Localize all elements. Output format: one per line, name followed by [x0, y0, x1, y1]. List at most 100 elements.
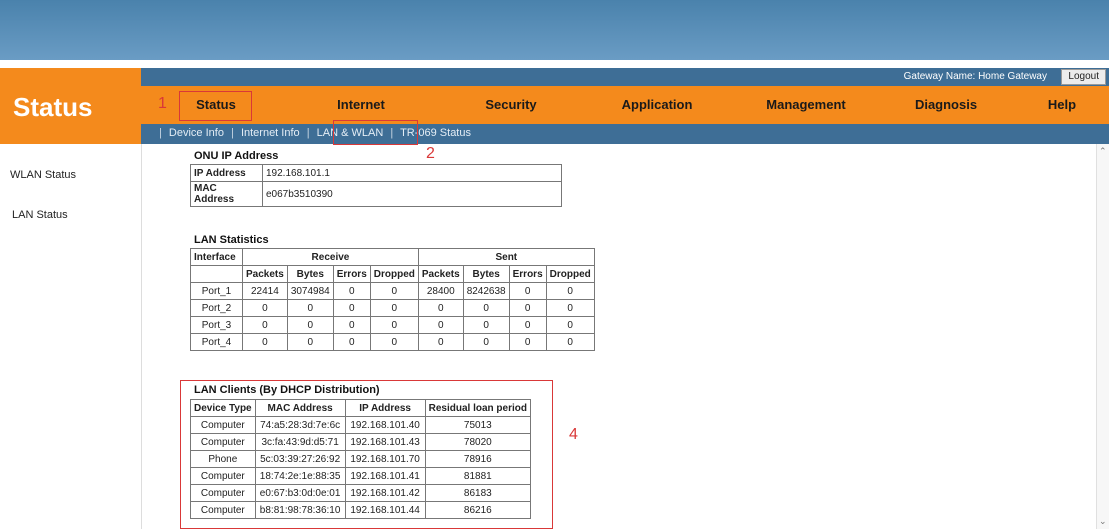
table-cell: Port_1	[190, 282, 243, 300]
submenu-separator: |	[231, 127, 234, 139]
table-cell: Port_3	[190, 316, 243, 334]
table-cell: 0	[417, 299, 464, 317]
interface-header: Interface	[190, 248, 243, 266]
table-cell: 192.168.101.42	[344, 484, 426, 502]
mac-address-value: e067b3510390	[262, 181, 562, 207]
page-title: Status	[0, 68, 141, 144]
sidebar: WLAN Status LAN Status	[0, 144, 141, 529]
menu-security[interactable]: Security	[471, 86, 551, 124]
table-cell: Port_2	[190, 299, 243, 317]
table-cell: 78916	[424, 450, 531, 468]
main-menu: Status Internet Security Application Man…	[141, 86, 1109, 124]
table-cell: 0	[508, 299, 547, 317]
table-cell: 0	[508, 282, 547, 300]
sidebar-item-lan-status[interactable]: LAN Status	[12, 209, 68, 221]
menu-internet[interactable]: Internet	[321, 86, 401, 124]
menu-diagnosis[interactable]: Diagnosis	[901, 86, 991, 124]
table-row: Port_1 22414 3074984 0 0 28400 8242638 0 0	[190, 282, 595, 300]
table-cell: 18:74:2e:1e:88:35	[254, 467, 346, 485]
table-cell: 0	[332, 282, 371, 300]
table-cell: 81881	[424, 467, 531, 485]
submenu-device-info[interactable]: Device Info	[169, 127, 224, 139]
table-cell: 22414	[242, 282, 288, 300]
table-cell: 5c:03:39:27:26:92	[254, 450, 346, 468]
table-row: Phone 5c:03:39:27:26:92 192.168.101.70 7891…	[190, 450, 531, 468]
sidebar-item-wlan-status[interactable]: WLAN Status	[10, 169, 76, 181]
table-cell: 0	[286, 333, 334, 351]
table-cell: 0	[462, 316, 510, 334]
column-header: IP Address	[344, 399, 426, 417]
table-cell: Computer	[190, 484, 256, 502]
table-cell: 192.168.101.41	[344, 467, 426, 485]
scroll-down-icon[interactable]: ⌄	[1099, 516, 1107, 527]
table-row: MAC Address e067b3510390	[190, 181, 562, 207]
table-cell: 0	[242, 316, 288, 334]
table-row: IP Address 192.168.101.1	[190, 164, 562, 182]
annotation-box-2	[333, 120, 418, 145]
table-cell: 0	[332, 333, 371, 351]
mac-address-label: MAC Address	[190, 181, 263, 207]
table-cell: Phone	[190, 450, 256, 468]
table-row: Computer 3c:fa:43:9d:d5:71 192.168.101.43 7…	[190, 433, 531, 451]
top-banner	[0, 0, 1109, 60]
table-row: Packets Bytes Errors Dropped Packets Byt…	[190, 265, 595, 283]
table-row: Port_2 0 0 0 0 0 0 0 0	[190, 299, 595, 317]
table-cell: Computer	[190, 433, 256, 451]
table-cell: Port_4	[190, 333, 243, 351]
logout-button[interactable]: Logout	[1061, 69, 1106, 85]
table-row: Computer 18:74:2e:1e:88:35 192.168.101.41 8…	[190, 467, 531, 485]
column-header: Dropped	[369, 265, 419, 283]
lan-statistics-table: Interface Receive Sent Packets Bytes Err…	[190, 248, 595, 351]
table-cell: 86216	[424, 501, 531, 519]
lan-statistics-title: LAN Statistics	[194, 234, 269, 246]
table-cell: Computer	[190, 416, 256, 434]
table-cell: 0	[508, 333, 547, 351]
table-row: Port_3 0 0 0 0 0 0 0 0	[190, 316, 595, 334]
table-cell: 192.168.101.44	[344, 501, 426, 519]
annotation-number-1: 1	[158, 95, 167, 112]
table-cell: 0	[545, 299, 595, 317]
annotation-box-1	[179, 91, 252, 121]
table-row: Computer e0:67:b3:0d:0e:01 192.168.101.42 8…	[190, 484, 531, 502]
table-cell: 8242638	[462, 282, 510, 300]
column-header: Packets	[417, 265, 464, 283]
submenu-internet-info[interactable]: Internet Info	[241, 127, 300, 139]
empty-header-cell	[190, 265, 243, 283]
table-cell: 0	[286, 299, 334, 317]
lan-clients-title: LAN Clients (By DHCP Distribution)	[194, 384, 380, 396]
onu-section-title: ONU IP Address	[194, 150, 279, 162]
column-header: Errors	[332, 265, 371, 283]
table-cell: 3c:fa:43:9d:d5:71	[254, 433, 346, 451]
gateway-name: Gateway Name: Home Gateway	[903, 71, 1047, 82]
banner-divider	[0, 60, 1109, 68]
vertical-scrollbar[interactable]: ⌃ ⌄	[1096, 144, 1109, 529]
table-cell: 0	[242, 333, 288, 351]
table-cell: 3074984	[286, 282, 334, 300]
column-header: Bytes	[462, 265, 510, 283]
table-cell: 0	[286, 316, 334, 334]
table-cell: 0	[369, 316, 419, 334]
table-row: Port_4 0 0 0 0 0 0 0 0	[190, 333, 595, 351]
table-cell: 0	[545, 316, 595, 334]
table-cell: 0	[242, 299, 288, 317]
menu-help[interactable]: Help	[1037, 86, 1087, 124]
table-cell: 0	[369, 333, 419, 351]
scroll-up-icon[interactable]: ⌃	[1099, 146, 1107, 157]
table-cell: 75013	[424, 416, 531, 434]
ip-address-value: 192.168.101.1	[262, 164, 562, 182]
table-cell: 192.168.101.40	[344, 416, 426, 434]
table-cell: 0	[332, 299, 371, 317]
column-header: Errors	[508, 265, 547, 283]
submenu: | Device Info | Internet Info | LAN & WL…	[141, 124, 1109, 144]
table-cell: 0	[545, 282, 595, 300]
submenu-separator: |	[306, 127, 310, 139]
menu-management[interactable]: Management	[751, 86, 861, 124]
table-cell: 192.168.101.43	[344, 433, 426, 451]
table-row: Computer b8:81:98:78:36:10 192.168.101.44 8…	[190, 501, 531, 519]
table-cell: 0	[462, 299, 510, 317]
menu-application[interactable]: Application	[607, 86, 707, 124]
table-cell: 0	[369, 299, 419, 317]
column-header: Packets	[242, 265, 288, 283]
table-cell: 0	[369, 282, 419, 300]
table-cell: e0:67:b3:0d:0e:01	[254, 484, 346, 502]
